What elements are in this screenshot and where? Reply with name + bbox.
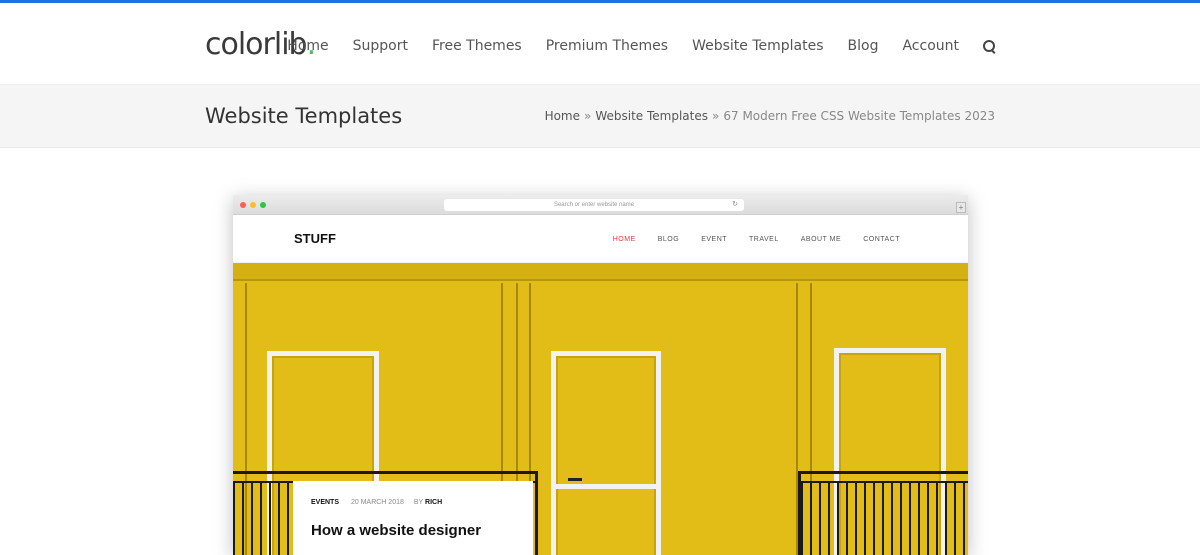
site-header: colorlib. Home Support Free Themes Premi… <box>0 3 1200 85</box>
nav-support[interactable]: Support <box>353 38 408 54</box>
nav-home[interactable]: Home <box>287 38 328 54</box>
container-roof <box>233 263 968 281</box>
new-tab-icon: + <box>956 202 966 213</box>
door-crossbar <box>556 484 656 489</box>
nav-blog[interactable]: Blog <box>848 38 879 54</box>
url-placeholder: Search or enter website name <box>553 202 635 208</box>
breadcrumb-current: 67 Modern Free CSS Website Templates 202… <box>723 109 995 123</box>
nav-account[interactable]: Account <box>902 38 959 54</box>
preview-menu-about: ABOUT ME <box>800 236 842 243</box>
breadcrumb: Home» Website Templates» 67 Modern Free CS… <box>545 109 995 123</box>
post-date: 20 MARCH 2018 <box>350 499 404 506</box>
door-handle <box>568 478 582 481</box>
maximize-dot-icon <box>260 202 266 208</box>
page-title-bar: Website Templates Home» Website Templates… <box>0 85 1200 148</box>
minimize-dot-icon <box>250 202 256 208</box>
preview-menu-contact: CONTACT <box>863 236 900 243</box>
breadcrumb-separator: » <box>712 109 720 123</box>
post-category: EVENTS <box>311 499 340 506</box>
page-title: Website Templates <box>205 104 403 128</box>
breadcrumb-separator: » <box>584 109 592 123</box>
post-author: RICH <box>425 499 443 506</box>
preview-menu-home: HOME <box>612 236 636 243</box>
breadcrumb-website-templates[interactable]: Website Templates <box>595 109 708 123</box>
browser-url-bar: Search or enter website name ↻ <box>444 199 744 211</box>
nav-website-templates[interactable]: Website Templates <box>692 38 823 54</box>
preview-site-menu: HOME BLOG EVENT TRAVEL ABOUT ME CONTACT <box>591 236 900 243</box>
preview-site-logo: STUFF <box>294 231 336 246</box>
preview-post-card: EVENTS 20 MARCH 2018 BY RICH How a websi… <box>293 481 533 555</box>
nav-free-themes[interactable]: Free Themes <box>432 38 522 54</box>
preview-menu-travel: TRAVEL <box>749 236 779 243</box>
reload-icon: ↻ <box>732 201 738 208</box>
template-preview-screenshot[interactable]: Search or enter website name ↻ + STUFF H… <box>233 195 968 555</box>
browser-chrome: Search or enter website name ↻ + <box>233 195 968 215</box>
center-door <box>551 351 661 555</box>
main-nav: Home Support Free Themes Premium Themes … <box>263 38 996 54</box>
post-title: How a website designer <box>311 522 482 539</box>
breadcrumb-home[interactable]: Home <box>545 109 580 123</box>
right-railing <box>798 471 968 555</box>
railing-bars <box>801 482 968 555</box>
nav-premium-themes[interactable]: Premium Themes <box>546 38 668 54</box>
close-dot-icon <box>240 202 246 208</box>
search-icon[interactable] <box>983 39 996 53</box>
post-meta: EVENTS 20 MARCH 2018 BY RICH <box>311 499 515 506</box>
preview-site-nav: STUFF HOME BLOG EVENT TRAVEL ABOUT ME CO… <box>233 215 968 263</box>
preview-menu-event: EVENT <box>701 236 728 243</box>
preview-menu-blog: BLOG <box>657 236 680 243</box>
post-by: BY <box>413 499 424 506</box>
preview-hero-image: EVENTS 20 MARCH 2018 BY RICH How a websi… <box>233 263 968 555</box>
